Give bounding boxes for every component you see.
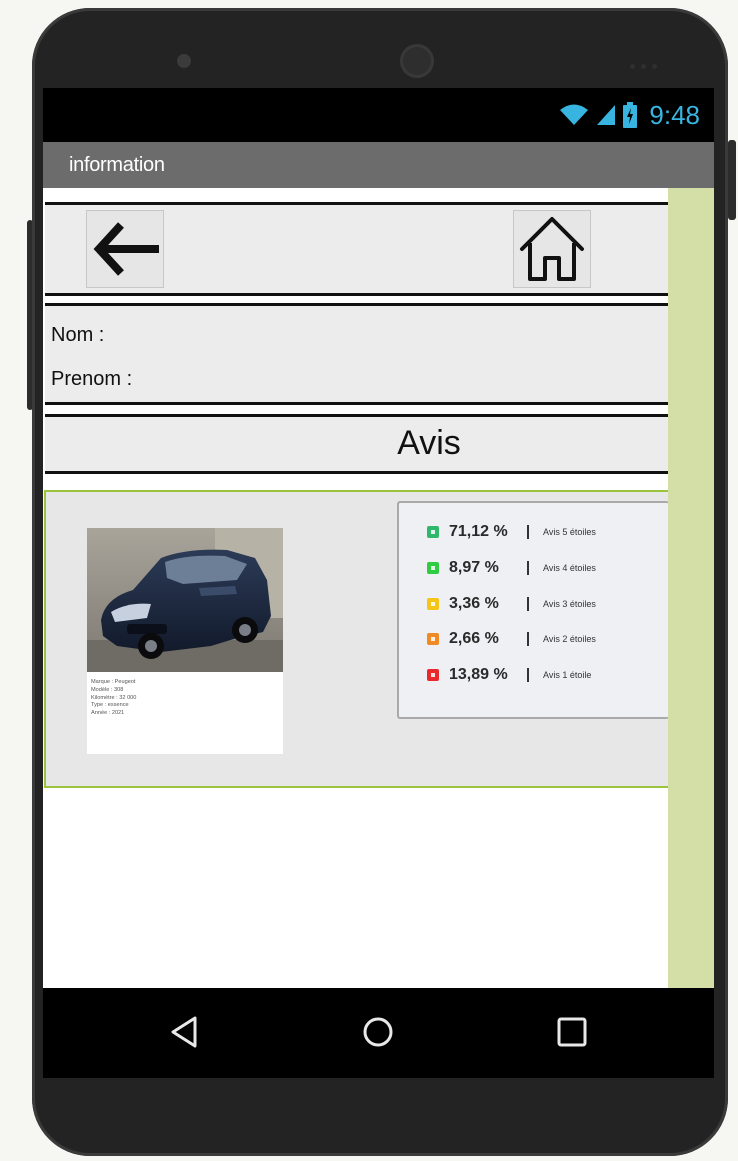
car-detail-line: Année : 2021 xyxy=(91,710,125,717)
system-navigation-bar xyxy=(43,988,714,1078)
navigation-row xyxy=(45,202,668,296)
car-detail-line: Type : essence xyxy=(91,702,129,709)
car-details: Marque : Peugeot Modèle : 308 Kilomètre … xyxy=(91,679,136,718)
rating-color-square xyxy=(427,598,439,610)
arrow-left-icon xyxy=(93,222,159,276)
signal-icon xyxy=(597,105,616,125)
rating-label: Avis 1 étoile xyxy=(543,670,592,680)
rating-row-3: 3,36 % Avis 3 étoiles xyxy=(427,593,596,615)
review-panel: Marque : Peugeot Modèle : 308 Kilomètre … xyxy=(44,490,668,788)
rating-row-1: 13,89 % Avis 1 étoile xyxy=(427,664,591,686)
rating-percent: 71,12 % xyxy=(449,523,508,540)
car-card[interactable]: Marque : Peugeot Modèle : 308 Kilomètre … xyxy=(87,528,283,754)
rating-label: Avis 5 étoiles xyxy=(543,527,596,537)
rating-percent: 13,89 % xyxy=(449,666,508,683)
avis-section-header: Avis xyxy=(45,414,668,474)
prenom-label: Prenom : xyxy=(51,368,133,390)
separator xyxy=(527,561,529,575)
right-side-strip xyxy=(668,188,714,988)
separator xyxy=(527,525,529,539)
avis-title: Avis xyxy=(397,424,461,462)
separator xyxy=(527,668,529,682)
sensor-dots xyxy=(630,56,666,69)
nom-label: Nom : xyxy=(51,324,105,346)
rating-label: Avis 2 étoiles xyxy=(543,634,596,644)
car-detail-line: Kilomètre : 32 000 xyxy=(91,694,137,701)
rating-color-square xyxy=(427,633,439,645)
power-button xyxy=(728,140,736,220)
rating-color-square xyxy=(427,526,439,538)
rating-percent: 3,36 % xyxy=(449,595,499,612)
car-photo xyxy=(87,528,283,672)
ratings-box: 71,12 % Avis 5 étoiles 8,97 % Avis 4 éto… xyxy=(397,501,668,719)
home-button[interactable] xyxy=(513,210,591,288)
back-button[interactable] xyxy=(86,210,164,288)
status-bar: 9:48 xyxy=(43,88,714,142)
person-info-box: Nom : Prenom : xyxy=(45,303,668,405)
rating-row-2: 2,66 % Avis 2 étoiles xyxy=(427,628,596,650)
speaker-sensor xyxy=(400,44,434,78)
screen-title: information xyxy=(69,154,165,176)
rating-row-4: 8,97 % Avis 4 étoiles xyxy=(427,557,596,579)
square-recents-icon[interactable] xyxy=(555,1015,589,1049)
front-camera xyxy=(177,54,191,68)
battery-icon xyxy=(623,102,638,128)
car-detail-line: Marque : Peugeot xyxy=(91,679,136,685)
triangle-back-icon[interactable] xyxy=(169,1015,199,1049)
rating-label: Avis 4 étoiles xyxy=(543,563,596,573)
separator xyxy=(527,632,529,646)
car-detail-line: Modèle : 308 xyxy=(91,686,124,693)
wifi-icon xyxy=(560,104,589,125)
rating-color-square xyxy=(427,562,439,574)
status-icons: 9:48 xyxy=(559,100,700,130)
device-screen: 9:48 information Nom : Prenom : Avis Mar… xyxy=(43,88,714,1078)
rating-color-square xyxy=(427,669,439,681)
rating-label: Avis 3 étoiles xyxy=(543,599,596,609)
screen-content: Nom : Prenom : Avis Marque: Peugeot Mod… xyxy=(43,188,668,988)
circle-home-icon[interactable] xyxy=(361,1015,395,1049)
home-icon xyxy=(520,217,584,281)
rating-row-5: 71,12 % Avis 5 étoiles xyxy=(427,521,596,543)
app-title-bar: information xyxy=(43,142,714,188)
rating-percent: 2,66 % xyxy=(449,630,499,647)
separator xyxy=(527,597,529,611)
status-time: 9:48 xyxy=(649,99,700,130)
rating-percent: 8,97 % xyxy=(449,559,499,576)
